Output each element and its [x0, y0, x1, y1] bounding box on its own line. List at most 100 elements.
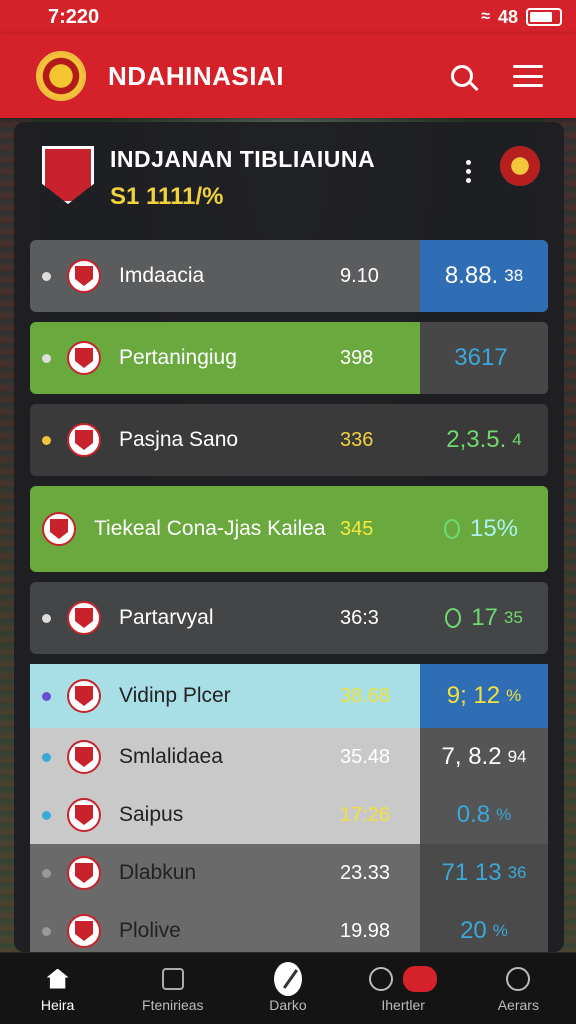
team-name: Plolive — [119, 919, 181, 942]
league-subtitle: S1 1111/% — [110, 183, 224, 210]
row-value: 0.8 % — [420, 786, 548, 844]
row-stat: 336 — [340, 428, 374, 451]
team-crest-icon — [67, 798, 101, 832]
team-crest-icon — [67, 740, 101, 774]
team-crest-icon — [42, 512, 76, 546]
team-crest-icon — [67, 423, 101, 457]
disc-icon — [273, 961, 302, 996]
league-header: INDJANAN TIBLIAIUNA S1 1111/% — [42, 146, 540, 216]
team-crest-icon — [67, 679, 101, 713]
nav-label: Darko — [269, 996, 307, 1013]
row-dot — [42, 691, 51, 701]
team-name: Pertaningiug — [119, 346, 237, 369]
row-dot — [42, 353, 51, 363]
nav-item-aerars[interactable]: Aerars — [473, 965, 563, 1013]
table-row[interactable]: Pertaningiug 398 3617 — [30, 322, 548, 394]
row-dot — [42, 868, 51, 878]
row-stat: 17:26 — [340, 803, 391, 826]
more-options-icon[interactable] — [458, 160, 478, 183]
row-value-main: 8.88. — [444, 262, 499, 289]
table-row[interactable]: Imdaacia 9.10 8.88. 38 — [30, 240, 548, 312]
home-icon — [46, 968, 69, 989]
nav-label: Ihertler — [381, 996, 425, 1013]
team-name: Saipus — [119, 803, 184, 826]
row-value-main: 3617 — [454, 344, 508, 371]
nav-label: Ftenirieas — [142, 996, 204, 1013]
row-value: 3617 — [420, 322, 548, 394]
menu-icon — [513, 65, 543, 87]
team-crest-icon — [67, 601, 101, 635]
row-value: 8.88. 38 — [420, 240, 548, 312]
row-value-small: 36 — [507, 863, 527, 882]
team-name: Partarvyal — [119, 606, 214, 629]
row-stat: 23.33 — [340, 861, 391, 884]
table-row[interactable]: Partarvyal 36:3 17 35 — [30, 582, 548, 654]
row-value-main: 15% — [469, 515, 519, 542]
row-value-main: 0.8 — [456, 801, 491, 828]
team-name: Dlabkun — [119, 861, 197, 884]
team-crest-icon — [67, 341, 101, 375]
row-value-small: 4 — [512, 430, 522, 449]
search-button[interactable] — [442, 56, 482, 96]
team-name: Imdaacia — [119, 264, 205, 287]
team-name: Pasjna Sano — [119, 428, 239, 451]
box-icon — [161, 967, 184, 990]
nav-label: Heira — [40, 996, 75, 1013]
battery-icon — [526, 8, 562, 26]
row-dot — [42, 271, 51, 281]
ring-icon — [443, 519, 460, 539]
table-row[interactable]: Tiekeal Cona-Jjas Kailea 345 15% — [30, 486, 548, 572]
team-crest-icon — [67, 856, 101, 890]
row-value: 9; 12 % — [420, 664, 548, 728]
team-name: Tiekeal Cona-Jjas Kailea — [94, 517, 326, 540]
app-title: NDAHINASIAI — [108, 60, 284, 91]
row-value-main: 9; 12 — [446, 682, 501, 709]
row-value: 71 13 36 — [420, 844, 548, 902]
club-badge-icon[interactable] — [500, 146, 540, 186]
app-bar: NDAHINASIAI — [0, 34, 576, 118]
row-stat: 9.10 — [340, 264, 379, 287]
search-icon — [506, 966, 531, 991]
nav-item-fixtures[interactable]: Ftenirieas — [128, 965, 218, 1013]
row-value: 15% — [420, 486, 548, 572]
table-row[interactable]: Pasjna Sano 336 2,3.5. 4 — [30, 404, 548, 476]
row-value: 7, 8.2 94 — [420, 728, 548, 786]
team-name: Smlalidaea — [119, 745, 223, 768]
team-name: Vidinp Plcer — [119, 684, 231, 707]
row-value: 2,3.5. 4 — [420, 404, 548, 476]
row-dot — [42, 435, 51, 445]
status-bar: 7:220 ≈ 48 — [0, 0, 576, 34]
row-value-main: 7, 8.2 — [441, 743, 502, 770]
nav-item-home[interactable]: Heira — [13, 965, 103, 1013]
row-value-main: 2,3.5. — [446, 426, 507, 453]
menu-button[interactable] — [508, 56, 548, 96]
table-row[interactable]: Vidinp Plcer 38.68 9; 12 % — [30, 664, 548, 728]
row-dot — [42, 752, 51, 762]
team-crest-icon — [67, 914, 101, 948]
row-stat: 19.98 — [340, 919, 391, 942]
ring-icon — [445, 608, 462, 628]
table-row[interactable]: Saipus 17:26 0.8 % — [30, 786, 548, 844]
standings-panel: INDJANAN TIBLIAIUNA S1 1111/% Imdaacia 9… — [14, 122, 564, 960]
standings-list: Imdaacia 9.10 8.88. 38 Pertaningiug 398 … — [30, 240, 548, 960]
nav-label: Aerars — [497, 996, 539, 1013]
club-crest-icon — [36, 51, 86, 101]
target-icon — [369, 966, 394, 991]
table-row[interactable]: Smlalidaea 35.48 7, 8.2 94 — [30, 728, 548, 786]
row-value-main: 71 13 — [441, 859, 502, 886]
row-value-small: % — [492, 921, 508, 940]
row-value-main: 17 — [471, 604, 498, 631]
row-value-small: % — [496, 805, 512, 824]
table-row[interactable]: Dlabkun 23.33 71 13 36 — [30, 844, 548, 902]
league-name: INDJANAN TIBLIAIUNA — [110, 146, 376, 172]
row-value: 17 35 — [420, 582, 548, 654]
nav-item-darko[interactable]: Darko — [243, 961, 333, 1013]
heart-badge-icon — [403, 965, 438, 992]
row-dot — [42, 810, 51, 820]
nav-item-ihertler[interactable]: Ihertler — [358, 965, 448, 1013]
status-time: 7:220 — [48, 5, 100, 28]
team-crest-icon — [67, 259, 101, 293]
league-shield-icon — [42, 146, 94, 204]
row-dot — [42, 613, 51, 623]
row-stat: 345 — [340, 517, 374, 540]
